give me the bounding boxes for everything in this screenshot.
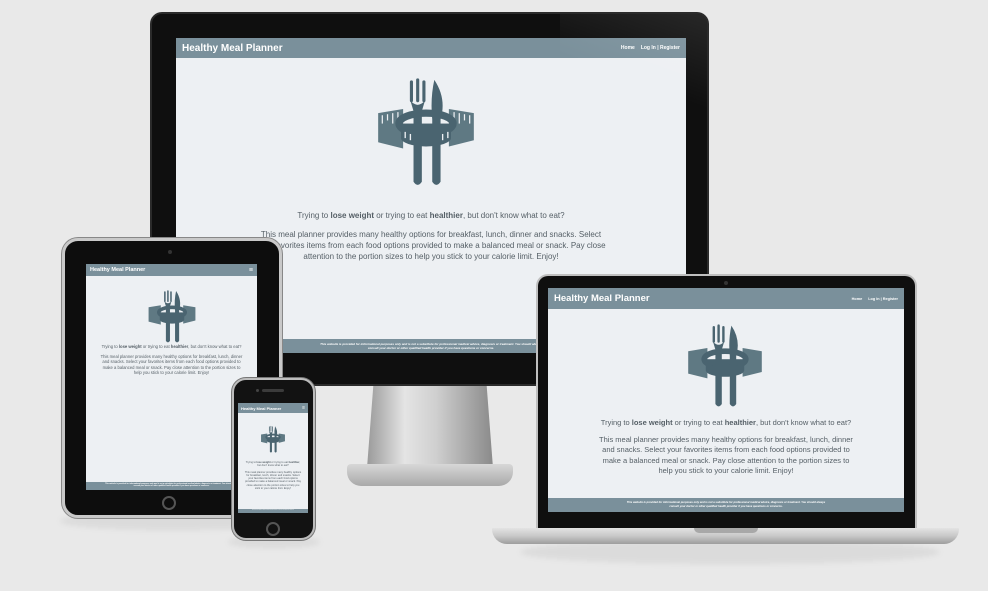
fork-knife-tape-measure-icon — [148, 290, 196, 343]
lose-weight-emphasis: lose weight — [631, 418, 673, 427]
brand-title[interactable]: Healthy Meal Planner — [90, 267, 145, 273]
tablet-home-button — [162, 496, 176, 510]
disclaimer-footer: This website is provided for information… — [238, 509, 308, 513]
laptop-opening-notch — [694, 528, 758, 533]
description-text: This meal planner provides many healthy … — [244, 470, 302, 491]
phone-speaker — [262, 389, 284, 392]
description-text: This meal planner provides many healthy … — [256, 230, 606, 261]
intro-question: Trying to lose weight or trying to eat h… — [600, 418, 852, 427]
nav-links: Home Log In | Register — [852, 297, 898, 301]
phone-screen: Healthy Meal Planner ≡ Trying to lose we… — [238, 403, 308, 513]
lose-weight-emphasis: lose weight — [330, 211, 375, 220]
healthier-emphasis: healthier — [288, 461, 300, 464]
page-content: Trying to lose weight or trying to eat h… — [238, 461, 308, 490]
description-text: This meal planner provides many healthy … — [100, 353, 243, 376]
navbar: Healthy Meal Planner ≡ — [238, 403, 308, 413]
laptop-screen: Healthy Meal Planner Home Log In | Regis… — [548, 288, 904, 512]
hamburger-menu-icon[interactable]: ≡ — [302, 405, 305, 411]
healthier-emphasis: healthier — [170, 344, 189, 349]
nav-login-link[interactable]: Log In | Register — [868, 297, 898, 301]
fork-knife-tape-measure-icon — [378, 78, 474, 185]
disclaimer-footer: This website is provided for information… — [548, 498, 904, 512]
navbar: Healthy Meal Planner Home Log In | Regis… — [176, 38, 686, 58]
nav-login-link[interactable]: Log In | Register — [641, 45, 680, 51]
phone-home-button — [266, 522, 280, 536]
navbar: Healthy Meal Planner ≡ — [86, 264, 257, 276]
tablet-camera — [168, 250, 172, 254]
intro-question: Trying to lose weight or trying to eat h… — [245, 461, 301, 468]
hamburger-menu-icon[interactable]: ≡ — [249, 267, 253, 274]
nav-home-link[interactable]: Home — [621, 45, 635, 51]
lose-weight-emphasis: lose weight — [118, 344, 142, 349]
page-content: Trying to lose weight or trying to eat h… — [548, 418, 904, 476]
healthier-emphasis: healthier — [724, 418, 756, 427]
fork-knife-tape-measure-icon — [688, 324, 762, 407]
brand-title[interactable]: Healthy Meal Planner — [554, 293, 650, 304]
intro-question: Trying to lose weight or trying to eat h… — [101, 344, 242, 349]
intro-question: Trying to lose weight or trying to eat h… — [297, 211, 565, 220]
healthier-emphasis: healthier — [429, 211, 463, 220]
fork-knife-tape-measure-icon — [261, 425, 285, 453]
page-content: Trying to lose weight or trying to eat h… — [86, 344, 257, 376]
nav-links: Home Log In | Register — [621, 45, 680, 51]
brand-title[interactable]: Healthy Meal Planner — [182, 43, 283, 54]
laptop-camera — [724, 281, 728, 285]
desktop-monitor-stand-neck — [367, 386, 493, 468]
navbar: Healthy Meal Planner Home Log In | Regis… — [548, 288, 904, 309]
brand-title[interactable]: Healthy Meal Planner — [241, 406, 281, 411]
phone-camera — [256, 389, 259, 392]
description-text: This meal planner provides many healthy … — [599, 435, 853, 475]
nav-home-link[interactable]: Home — [852, 297, 863, 301]
desktop-monitor-stand-base — [347, 464, 513, 486]
